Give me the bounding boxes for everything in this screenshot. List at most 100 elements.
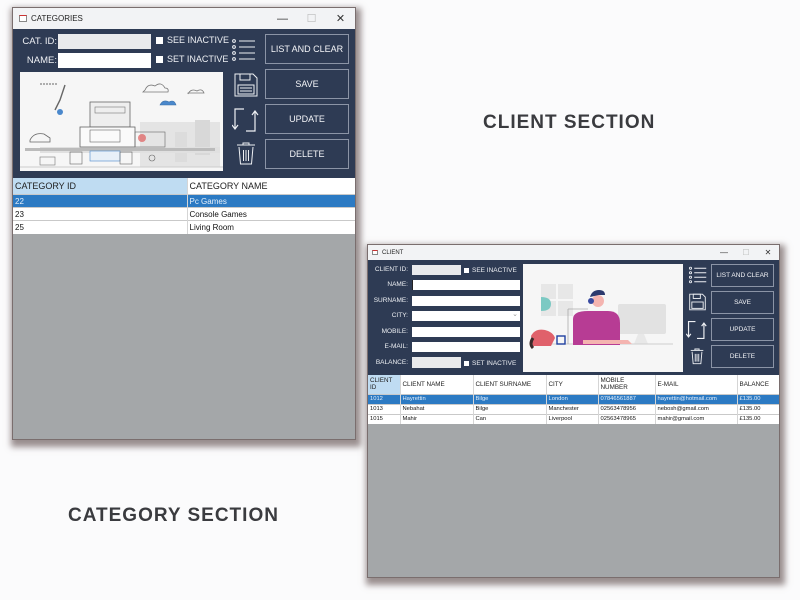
list-and-clear-button[interactable]: LIST AND CLEAR	[711, 264, 774, 287]
client-section-label: CLIENT SECTION	[483, 112, 656, 133]
update-button[interactable]: UPDATE	[265, 104, 349, 134]
minimize-button[interactable]: —	[268, 13, 297, 25]
cell-balance[interactable]: £135.00	[736, 413, 779, 424]
category-form-panel: CAT. ID: SEE INACTIVE NAME: SET INACTIVE	[13, 29, 355, 178]
column-header-email[interactable]: E-MAIL	[654, 375, 737, 394]
cell-client-id[interactable]: 1012	[368, 393, 400, 404]
cell-client-id[interactable]: 1015	[368, 413, 400, 424]
cell-email[interactable]: hayrettin@hotmail.com	[654, 393, 737, 404]
see-inactive-label: SEE INACTIVE	[472, 266, 517, 274]
table-row[interactable]: 1013 Nebahat Bilge Manchester 0256347895…	[368, 403, 779, 414]
cell-category-id[interactable]: 22	[13, 194, 187, 208]
floppy-disk-icon	[689, 293, 706, 311]
see-inactive-label: SEE INACTIVE	[167, 35, 230, 45]
close-button[interactable]: ✕	[326, 12, 355, 25]
city-dropdown[interactable]: ⌄	[412, 311, 520, 321]
cell-category-name[interactable]: Pc Games	[186, 194, 355, 208]
set-inactive-checkbox[interactable]: SET INACTIVE	[464, 358, 516, 368]
column-header-client-id[interactable]: CLIENT ID	[368, 375, 400, 394]
table-row[interactable]: 1012 Hayrettin Bilge London 07846561887 …	[368, 393, 779, 404]
window-controls: — ☐ ✕	[713, 245, 779, 260]
set-inactive-checkbox[interactable]: SET INACTIVE	[156, 54, 228, 64]
delete-button[interactable]: DELETE	[711, 345, 774, 368]
trash-icon	[690, 347, 704, 365]
cell-balance[interactable]: £135.00	[736, 403, 779, 414]
window-title: CLIENT	[382, 249, 404, 256]
column-header-category-name[interactable]: CATEGORY NAME	[186, 178, 355, 195]
cell-mobile[interactable]: 07846561887	[597, 393, 655, 404]
name-input[interactable]	[412, 280, 520, 290]
window-title: CATEGORIES	[31, 14, 83, 23]
close-button[interactable]: ✕	[757, 248, 779, 257]
cell-city[interactable]: Manchester	[545, 403, 598, 414]
cell-client-name[interactable]: Hayrettin	[399, 393, 473, 404]
cell-client-name[interactable]: Mahir	[399, 413, 473, 424]
table-row[interactable]: 25 Living Room	[13, 220, 355, 234]
save-button[interactable]: SAVE	[711, 291, 774, 314]
surname-label: SURNAME:	[373, 297, 408, 304]
cell-city[interactable]: London	[545, 393, 598, 404]
update-button[interactable]: UPDATE	[711, 318, 774, 341]
window-controls: — ☐ ✕	[268, 8, 355, 29]
column-header-city[interactable]: CITY	[545, 375, 598, 394]
cell-client-id[interactable]: 1013	[368, 403, 400, 414]
delete-button[interactable]: DELETE	[265, 139, 349, 169]
cell-client-surname[interactable]: Can	[472, 413, 546, 424]
cell-category-name[interactable]: Living Room	[186, 220, 355, 234]
maximize-button[interactable]: ☐	[735, 248, 757, 257]
column-header-client-name[interactable]: CLIENT NAME	[399, 375, 473, 394]
column-header-mobile-number[interactable]: MOBILE NUMBER	[597, 375, 655, 394]
cell-email[interactable]: mahir@gmail.com	[654, 413, 737, 424]
cell-category-id[interactable]: 23	[13, 207, 187, 221]
clients-table: CLIENT ID CLIENT NAME CLIENT SURNAME CIT…	[368, 375, 779, 424]
client-id-input[interactable]	[412, 265, 461, 275]
cell-client-surname[interactable]: Bilge	[472, 393, 546, 404]
balance-label: BALANCE:	[375, 359, 408, 366]
categories-table: CATEGORY ID CATEGORY NAME 22 Pc Games 23…	[13, 178, 355, 234]
cell-mobile[interactable]: 02563478965	[597, 413, 655, 424]
see-inactive-checkbox[interactable]: SEE INACTIVE	[156, 35, 229, 45]
column-header-client-surname[interactable]: CLIENT SURNAME	[472, 375, 546, 394]
name-input[interactable]	[58, 53, 151, 68]
cell-category-name[interactable]: Console Games	[186, 207, 355, 221]
minimize-button[interactable]: —	[713, 248, 735, 257]
cat-id-label: CAT. ID:	[22, 36, 57, 47]
checkbox-box[interactable]	[156, 55, 163, 63]
list-icon	[689, 266, 707, 284]
cell-email[interactable]: nebosh@gmail.com	[654, 403, 737, 414]
set-inactive-label: SET INACTIVE	[472, 359, 517, 367]
surname-input[interactable]	[412, 296, 520, 306]
chevron-down-icon[interactable]: ⌄	[512, 310, 518, 318]
checkbox-box[interactable]	[464, 360, 469, 366]
column-header-category-id[interactable]: CATEGORY ID	[13, 178, 187, 195]
table-row[interactable]: 23 Console Games	[13, 207, 355, 221]
column-header-balance[interactable]: BALANCE	[736, 375, 779, 394]
factory-illustration	[20, 72, 223, 171]
client-window: CLIENT — ☐ ✕ CLIENT ID: SEE INACTIVE NAM…	[367, 244, 780, 578]
cell-city[interactable]: Liverpool	[545, 413, 598, 424]
refresh-arrows-icon	[231, 107, 260, 133]
cell-client-name[interactable]: Nebahat	[399, 403, 473, 414]
email-input[interactable]	[412, 342, 520, 352]
table-row[interactable]: 22 Pc Games	[13, 194, 355, 208]
cat-id-input[interactable]	[58, 34, 151, 49]
trash-icon	[236, 141, 256, 165]
cell-category-id[interactable]: 25	[13, 220, 187, 234]
checkbox-box[interactable]	[464, 267, 469, 273]
save-button[interactable]: SAVE	[265, 69, 349, 99]
cell-client-surname[interactable]: Bilge	[472, 403, 546, 414]
name-label: NAME:	[387, 281, 408, 288]
mobile-input[interactable]	[412, 327, 520, 337]
checkbox-box[interactable]	[156, 36, 163, 44]
list-and-clear-button[interactable]: LIST AND CLEAR	[265, 34, 349, 64]
page: CLIENT SECTION CATEGORY SECTION CATEGORI…	[0, 0, 800, 600]
balance-input[interactable]	[412, 357, 461, 368]
maximize-button[interactable]: ☐	[297, 12, 326, 25]
table-row[interactable]: 1015 Mahir Can Liverpool 02563478965 mah…	[368, 413, 779, 424]
mobile-label: MOBILE:	[381, 328, 408, 335]
cell-mobile[interactable]: 02563478956	[597, 403, 655, 414]
cell-balance[interactable]: £135.00	[736, 393, 779, 404]
see-inactive-checkbox[interactable]: SEE INACTIVE	[464, 265, 517, 275]
set-inactive-label: SET INACTIVE	[167, 54, 229, 64]
table-header-row: CLIENT ID CLIENT NAME CLIENT SURNAME CIT…	[368, 375, 779, 394]
